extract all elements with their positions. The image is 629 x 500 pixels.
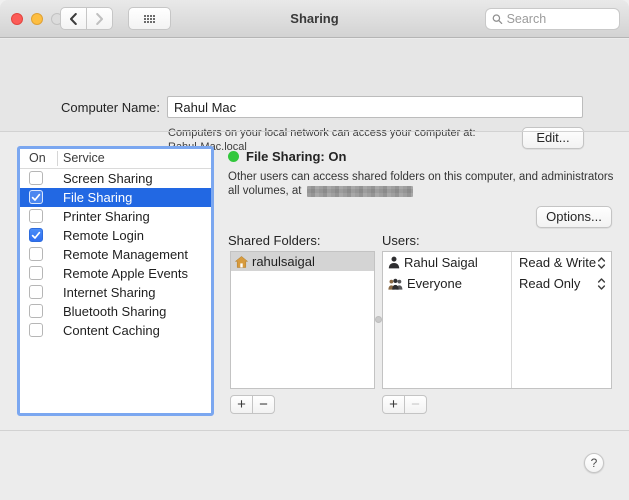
description-line-1: Other users can access shared folders on… xyxy=(228,171,614,183)
service-row-content-caching[interactable]: Content Caching xyxy=(20,321,211,340)
services-list: On Service Screen Sharing File Sharing P… xyxy=(17,146,214,416)
printer-sharing-checkbox[interactable] xyxy=(29,209,43,223)
remote-apple-events-checkbox[interactable] xyxy=(29,266,43,280)
remove-user-button-disabled: − xyxy=(404,395,427,414)
internet-sharing-checkbox[interactable] xyxy=(29,285,43,299)
shared-folders-list: rahulsaigal xyxy=(230,251,375,389)
service-row-printer-sharing[interactable]: Printer Sharing xyxy=(20,207,211,226)
nav-buttons xyxy=(60,7,113,30)
user-icon xyxy=(388,256,400,269)
show-all-button[interactable] xyxy=(128,7,171,30)
screen-sharing-checkbox[interactable] xyxy=(29,171,43,185)
users-list: Rahul Saigal Everyone Read & Write Read … xyxy=(382,251,612,389)
service-row-remote-management[interactable]: Remote Management xyxy=(20,245,211,264)
description-line-2-text: all volumes, at xyxy=(228,185,302,197)
status-green-dot-icon xyxy=(228,151,239,162)
service-row-internet-sharing[interactable]: Internet Sharing xyxy=(20,283,211,302)
permission-selector[interactable]: Read Only xyxy=(512,273,612,294)
content-caching-checkbox[interactable] xyxy=(29,323,43,337)
shared-folders-label: Shared Folders: xyxy=(228,233,321,248)
service-column-header: Service xyxy=(63,151,105,165)
on-column-header: On xyxy=(29,151,46,165)
shared-folders-add-remove: + − xyxy=(230,395,275,414)
computer-name-section: Computer Name: Computers on your local n… xyxy=(0,39,629,153)
service-row-screen-sharing[interactable]: Screen Sharing xyxy=(20,169,211,188)
service-label: Content Caching xyxy=(63,323,160,338)
bottom-divider xyxy=(0,430,629,431)
options-button[interactable]: Options... xyxy=(536,206,612,228)
user-name: Everyone xyxy=(407,276,462,291)
user-name: Rahul Saigal xyxy=(404,255,478,270)
help-line-1: Computers on your local network can acce… xyxy=(168,127,476,139)
help-button[interactable]: ? xyxy=(584,453,604,473)
file-sharing-checkbox[interactable] xyxy=(29,190,43,204)
check-icon xyxy=(31,231,41,239)
chevron-right-icon xyxy=(96,12,103,25)
up-down-chevrons-icon xyxy=(597,277,606,290)
permission-selector[interactable]: Read & Write xyxy=(512,252,612,273)
users-add-remove: + − xyxy=(382,395,427,414)
window-controls xyxy=(11,13,63,25)
check-icon xyxy=(31,193,41,201)
users-label: Users: xyxy=(382,233,420,248)
up-down-chevrons-icon xyxy=(597,256,606,269)
splitter-handle[interactable] xyxy=(375,316,382,323)
back-button[interactable] xyxy=(60,7,87,30)
service-row-file-sharing[interactable]: File Sharing xyxy=(20,188,211,207)
service-label: Remote Login xyxy=(63,228,144,243)
column-divider xyxy=(57,151,58,166)
service-row-remote-apple-events[interactable]: Remote Apple Events xyxy=(20,264,211,283)
remove-shared-folder-button[interactable]: − xyxy=(252,395,275,414)
search-icon xyxy=(492,14,503,25)
section-divider xyxy=(0,131,629,132)
search-input[interactable] xyxy=(506,12,613,26)
services-header: On Service xyxy=(20,149,211,169)
titlebar: Sharing xyxy=(0,0,629,38)
status-title: File Sharing: On xyxy=(246,149,347,164)
service-label: Internet Sharing xyxy=(63,285,156,300)
bluetooth-sharing-checkbox[interactable] xyxy=(29,304,43,318)
search-field[interactable] xyxy=(485,8,620,30)
service-label: Remote Management xyxy=(63,247,189,262)
service-row-bluetooth-sharing[interactable]: Bluetooth Sharing xyxy=(20,302,211,321)
shared-folder-row[interactable]: rahulsaigal xyxy=(231,252,374,271)
service-row-remote-login[interactable]: Remote Login xyxy=(20,226,211,245)
forward-button xyxy=(86,7,113,30)
description-line-2: all volumes, at xyxy=(228,185,413,197)
redacted-address xyxy=(306,185,413,197)
remote-management-checkbox[interactable] xyxy=(29,247,43,261)
service-label: Screen Sharing xyxy=(63,171,153,186)
add-user-button[interactable]: + xyxy=(382,395,405,414)
shared-folder-name: rahulsaigal xyxy=(252,254,315,269)
minimize-button[interactable] xyxy=(31,13,43,25)
permission-value: Read & Write xyxy=(519,255,597,270)
sharing-preferences-window: Sharing Computer Name: Computers on your… xyxy=(0,0,629,500)
group-icon xyxy=(388,278,403,290)
computer-name-input[interactable] xyxy=(167,96,583,118)
add-shared-folder-button[interactable]: + xyxy=(230,395,253,414)
service-label: Remote Apple Events xyxy=(63,266,189,281)
service-label: Printer Sharing xyxy=(63,209,150,224)
remote-login-checkbox[interactable] xyxy=(29,228,43,242)
service-label: Bluetooth Sharing xyxy=(63,304,167,319)
permission-value: Read Only xyxy=(519,276,581,291)
grid-icon xyxy=(144,14,155,23)
computer-name-label: Computer Name: xyxy=(61,100,160,115)
service-label: File Sharing xyxy=(63,190,133,205)
close-button[interactable] xyxy=(11,13,23,25)
chevron-left-icon xyxy=(70,12,77,25)
home-folder-icon xyxy=(235,255,248,268)
permissions-column: Read & Write Read Only xyxy=(511,252,612,388)
